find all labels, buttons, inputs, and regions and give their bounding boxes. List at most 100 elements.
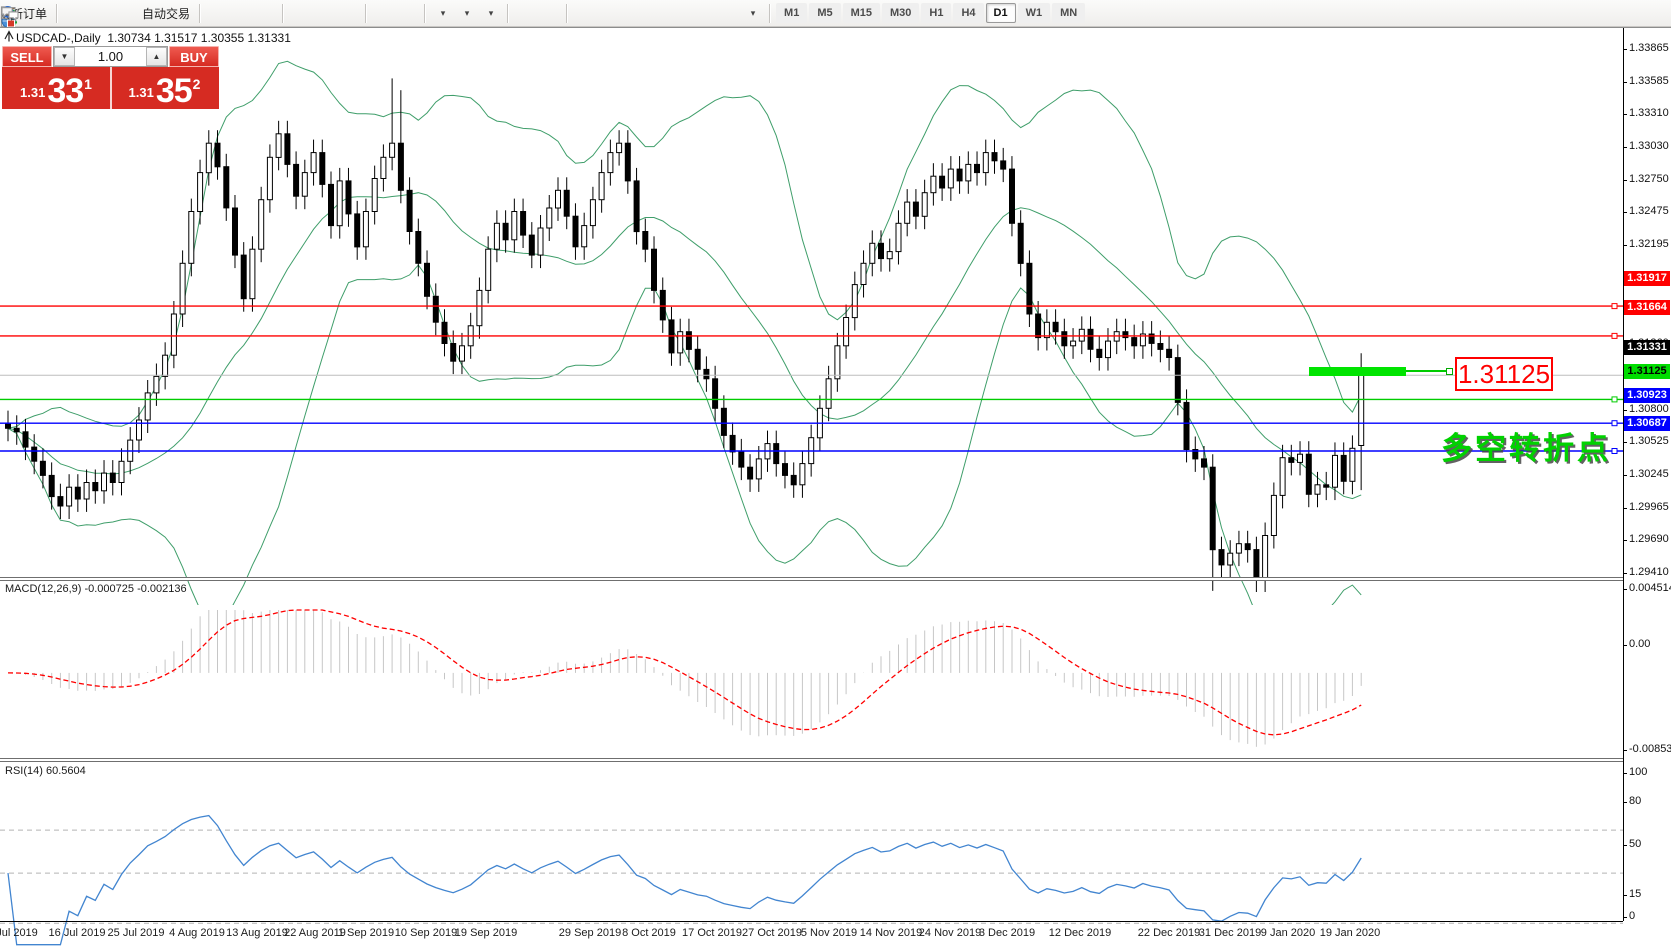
price-tick-label: 1.33585 xyxy=(1629,75,1669,87)
line-handle[interactable] xyxy=(1612,397,1617,402)
timeframe-h4[interactable]: H4 xyxy=(953,3,983,23)
sell-button[interactable]: SELL xyxy=(2,46,52,67)
chart-title: USDCAD-,Daily 1.30734 1.31517 1.30355 1.… xyxy=(16,31,291,45)
buy-price[interactable]: 1.31352 xyxy=(110,67,217,109)
toolbar-separator xyxy=(566,4,567,23)
date-label: 8 Oct 2019 xyxy=(622,927,676,939)
line-handle[interactable] xyxy=(1612,421,1617,426)
sell-price-big: 33 xyxy=(47,76,83,106)
zoom-out-icon[interactable] xyxy=(313,2,335,24)
line-handle[interactable] xyxy=(1612,449,1617,454)
pane-separator[interactable] xyxy=(0,758,1623,762)
toolbar-separator xyxy=(365,4,366,23)
price-tick-label: 1.30800 xyxy=(1629,403,1669,415)
price-level-axis-label: 1.31917 xyxy=(1624,271,1670,286)
price-callout-label: 1.31125 xyxy=(1455,357,1553,391)
timeframe-mn[interactable]: MN xyxy=(1052,3,1085,23)
toolbar-separator xyxy=(199,4,200,23)
toolbar-separator xyxy=(769,4,770,23)
sell-price[interactable]: 1.31331 xyxy=(2,67,110,109)
candlestick-chart-icon[interactable] xyxy=(230,2,252,24)
pane-separator[interactable] xyxy=(0,577,1623,581)
price-tick-label: 1.29690 xyxy=(1629,533,1669,545)
rsi-tick-mark xyxy=(1623,845,1627,846)
price-tick-mark xyxy=(1623,49,1627,50)
timeframe-m1[interactable]: M1 xyxy=(776,3,807,23)
arrows-dropdown[interactable]: ▾ xyxy=(741,2,763,24)
zoom-in-icon[interactable] xyxy=(289,2,311,24)
autotrading-button[interactable]: 自动交易 xyxy=(135,2,193,24)
timeframe-w1[interactable]: W1 xyxy=(1018,3,1051,23)
channel-tool-icon[interactable]: E xyxy=(645,2,667,24)
price-tick-mark xyxy=(1623,508,1627,509)
volume-stepper: ▼ ▲ xyxy=(53,46,168,67)
timeframe-d1[interactable]: D1 xyxy=(986,3,1016,23)
indicators-dropdown[interactable]: ▾ xyxy=(479,2,501,24)
auto-scroll-icon[interactable] xyxy=(396,2,418,24)
price-level-axis-label: 1.31125 xyxy=(1624,364,1670,379)
price-tick-mark xyxy=(1623,442,1627,443)
price-tick-label: 1.33310 xyxy=(1629,107,1669,119)
macd-label: MACD(12,26,9) -0.000725 -0.002136 xyxy=(5,583,187,595)
timeframe-m15[interactable]: M15 xyxy=(843,3,880,23)
price-tick-mark xyxy=(1623,245,1627,246)
line-handle[interactable] xyxy=(1612,333,1617,338)
profiles-dropdown[interactable]: ▾ xyxy=(455,2,477,24)
timeframe-m30[interactable]: M30 xyxy=(882,3,919,23)
chat-icon[interactable] xyxy=(1640,2,1662,24)
callout-connector-line xyxy=(1406,370,1447,372)
time-axis-line xyxy=(0,921,1623,922)
timeframe-bar: M1M5M15M30H1H4D1W1MN xyxy=(775,3,1086,23)
price-tick-mark xyxy=(1623,212,1627,213)
date-label: 10 Sep 2019 xyxy=(395,927,457,939)
rsi-pane[interactable] xyxy=(0,790,1623,949)
timeframe-m5[interactable]: M5 xyxy=(809,3,840,23)
rsi-tick-label: 50 xyxy=(1629,838,1641,850)
search-icon[interactable] xyxy=(1616,2,1638,24)
dropdown-arrow-icon: ▾ xyxy=(489,8,494,19)
rsi-tick-label: 100 xyxy=(1629,766,1647,778)
cursor-tool-icon[interactable] xyxy=(514,2,536,24)
signals-icon[interactable] xyxy=(111,2,133,24)
bar-chart-icon[interactable] xyxy=(206,2,228,24)
buy-price-big: 35 xyxy=(156,76,192,106)
date-label: 12 Dec 2019 xyxy=(1049,927,1111,939)
crosshair-tool-icon[interactable] xyxy=(538,2,560,24)
rsi-tick-label: 80 xyxy=(1629,795,1641,807)
date-label: Jul 2019 xyxy=(0,927,38,939)
price-pane[interactable] xyxy=(0,56,1623,605)
text-tool-icon[interactable]: A xyxy=(693,2,715,24)
fibonacci-tool-icon[interactable]: F xyxy=(669,2,691,24)
price-tick-label: 1.32750 xyxy=(1629,173,1669,185)
rsi-label: RSI(14) 60.5604 xyxy=(5,765,86,777)
price-tick-mark xyxy=(1623,147,1627,148)
macd-tick-label: 0.00 xyxy=(1629,638,1650,650)
price-tick-mark xyxy=(1623,180,1627,181)
rsi-line xyxy=(8,816,1361,945)
macd-tick-mark xyxy=(1623,645,1627,646)
rsi-tick-label: 0 xyxy=(1629,910,1635,922)
bid-ask-display: 1.31331 1.31352 xyxy=(2,67,219,109)
horizontal-line-tool-icon[interactable] xyxy=(597,2,619,24)
price-tick-mark xyxy=(1623,410,1627,411)
vertical-line-tool-icon[interactable] xyxy=(573,2,595,24)
line-chart-icon[interactable] xyxy=(254,2,276,24)
macd-tick-mark xyxy=(1623,589,1627,590)
trendline-tool-icon[interactable] xyxy=(621,2,643,24)
date-label: 25 Jul 2019 xyxy=(108,927,165,939)
price-tick-label: 1.32475 xyxy=(1629,205,1669,217)
line-handle[interactable] xyxy=(1612,304,1617,309)
timeframe-h1[interactable]: H1 xyxy=(921,3,951,23)
price-tick-label: 1.33865 xyxy=(1629,42,1669,54)
market-watch-icon[interactable] xyxy=(63,2,85,24)
volume-decrease-button[interactable]: ▼ xyxy=(54,47,75,66)
new-chart-dropdown[interactable]: ▾ xyxy=(431,2,453,24)
chart-window-icon[interactable] xyxy=(87,2,109,24)
text-label-tool-icon[interactable]: T xyxy=(717,2,739,24)
date-label: 5 Nov 2019 xyxy=(801,927,857,939)
volume-increase-button[interactable]: ▲ xyxy=(146,47,167,66)
ohlc-values: 1.30734 1.31517 1.30355 1.31331 xyxy=(107,31,291,45)
chart-shift-icon[interactable] xyxy=(372,2,394,24)
date-label: 14 Nov 2019 xyxy=(860,927,922,939)
tile-windows-icon[interactable] xyxy=(337,2,359,24)
